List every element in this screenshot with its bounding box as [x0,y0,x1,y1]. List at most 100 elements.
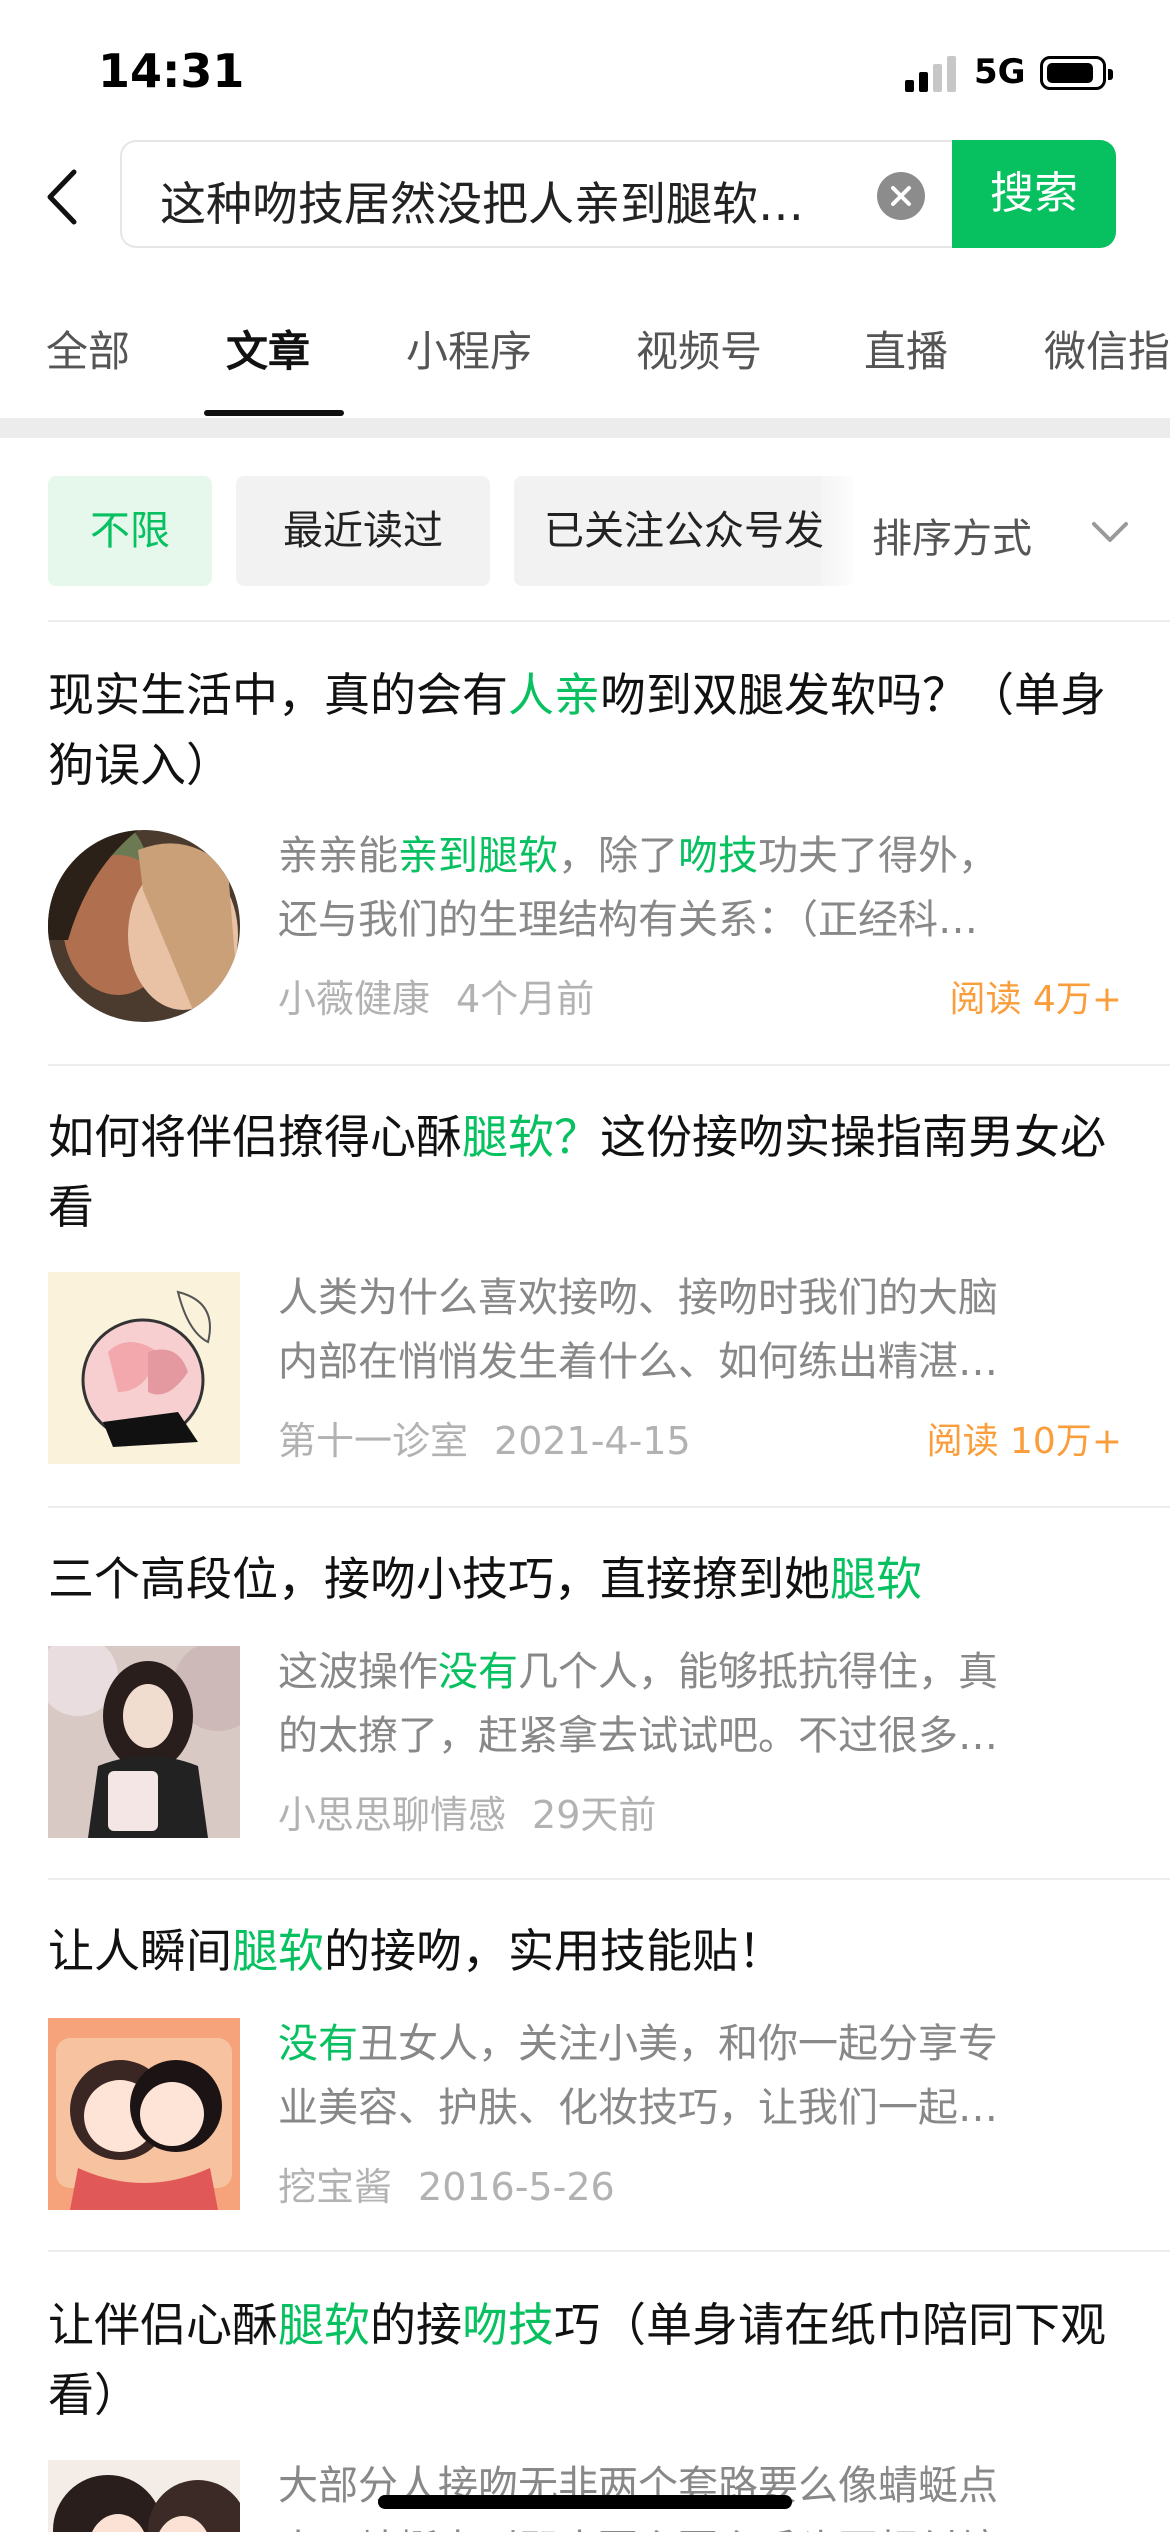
read-count: 阅读 4万+ [949,979,1122,1020]
title-highlight: 人亲 [508,668,600,722]
article-snippet: 这波操作没有几个人，能够抵抗得住，真 的太撩了，赶紧拿去试试吧。不过很多… [278,1640,1118,1768]
tab-articles[interactable]: 文章 [226,318,310,379]
title-text: 三个高段位，接吻小技巧，直接撩到她 [48,1552,830,1606]
filter-bar: 不限 最近读过 已关注公众号发 排序方式 [0,476,1170,586]
snippet-text: 内部在悄悄发生着什么、如何练出精湛… [278,1339,998,1385]
title-text: 现实生活中，真的会有 [48,668,508,722]
article-snippet: 没有丑女人，关注小美，和你一起分享专 业美容、护肤、化妆技巧，让我们一起… [278,2012,1118,2140]
article-meta: 小薇健康 4个月前 [278,968,594,1023]
article-time: 29天前 [532,1793,657,1837]
snippet-text: 还与我们的生理结构有关系：（正经科… [278,897,978,943]
section-separator [0,418,1170,438]
snippet-text: 几个人，能够抵抗得住，真 [518,1649,998,1695]
article-time: 4个月前 [456,977,595,1021]
article-snippet: 亲亲能亲到腿软，除了吻技功夫了得外， 还与我们的生理结构有关系：（正经科… [278,824,1118,952]
article-time: 2021-4-15 [494,1419,691,1463]
article-snippet: 大部分人接吻无非两个套路要么像蜻蜓点 水，蜻蜓点到即止要么要么舌头互相纠缠 [278,2454,1118,2532]
divider [48,620,1170,622]
article-meta: 挖宝酱 2016-5-26 [278,2156,615,2211]
article-meta: 小思思聊情感 29天前 [278,1784,656,1839]
snippet-text: 水，蜻蜓点到即止要么要么舌头互相纠缠 [278,2518,1118,2532]
snippet-highlight: 吻技 [678,833,758,879]
screen: 14:31 5G 这种吻技居然没把人亲到腿软… 搜索 全部 文章 小程序 视频号… [0,0,1170,2532]
divider [48,1878,1170,1880]
filter-chip-any[interactable]: 不限 [48,476,212,586]
title-text: 让伴侣心酥 [48,2298,278,2352]
snippet-highlight: 没有 [438,1649,518,1695]
title-text: 让人瞬间 [48,1924,232,1978]
article-title: 现实生活中，真的会有人亲吻到双腿发软吗？（单身狗误入） [48,660,1122,800]
search-input[interactable]: 这种吻技居然没把人亲到腿软… [120,140,952,248]
article-thumbnail [48,1272,240,1464]
article-source[interactable]: 小薇健康 [278,977,430,1021]
article-time: 2016-5-26 [418,2165,615,2209]
title-text: 的接吻，实用技能贴！ [324,1924,784,1978]
tab-channels[interactable]: 视频号 [636,318,762,379]
snippet-text: 人类为什么喜欢接吻、接吻时我们的大脑 [278,1275,998,1321]
article-source[interactable]: 小思思聊情感 [278,1793,506,1837]
signal-icon [905,56,959,92]
article-thumbnail [48,830,240,1022]
article-title: 让伴侣心酥腿软的接吻技巧（单身请在纸巾陪同下观看） [48,2290,1122,2430]
divider [48,1506,1170,1508]
article-result[interactable]: 现实生活中，真的会有人亲吻到双腿发软吗？（单身狗误入） 亲亲能亲到腿软，除了吻技… [48,660,1122,1060]
article-result[interactable]: 让人瞬间腿软的接吻，实用技能贴！ 没有丑女人，关注小美，和你一起分享专 业美容、… [48,1916,1122,2246]
search-button[interactable]: 搜索 [952,140,1116,248]
snippet-text: 功夫了得外， [758,833,998,879]
article-thumbnail [48,1646,240,1838]
divider [48,2250,1170,2252]
sort-dropdown[interactable]: 排序方式 [822,476,1170,586]
article-meta: 第十一诊室 2021-4-15 [278,1410,691,1465]
snippet-highlight: 亲到腿软 [398,833,558,879]
snippet-text: 丑女人，关注小美，和你一起分享专 [358,2021,998,2067]
article-result[interactable]: 如何将伴侣撩得心酥腿软？这份接吻实操指南男女必看 人类为什么喜欢接吻、接吻时我们… [48,1102,1122,1502]
article-source[interactable]: 第十一诊室 [278,1419,468,1463]
article-title: 如何将伴侣撩得心酥腿软？这份接吻实操指南男女必看 [48,1102,1122,1242]
divider [48,1064,1170,1066]
snippet-text: ，除了 [558,833,678,879]
article-title: 让人瞬间腿软的接吻，实用技能贴！ [48,1916,1122,1986]
title-highlight: 吻技 [462,2298,554,2352]
comic-couple-icon [48,2460,240,2532]
couple-kiss-photo-icon [48,830,240,1022]
snippet-text: 这波操作 [278,1649,438,1695]
clear-icon[interactable] [877,172,925,220]
article-snippet: 人类为什么喜欢接吻、接吻时我们的大脑 内部在悄悄发生着什么、如何练出精湛… [278,1266,1118,1394]
back-button[interactable] [40,162,90,232]
tab-mini-programs[interactable]: 小程序 [406,318,532,379]
title-highlight: 腿软 [232,1924,324,1978]
category-tabs: 全部 文章 小程序 视频号 直播 微信指 [0,300,1170,420]
snippet-text: 业美容、护肤、化妆技巧，让我们一起… [278,2085,998,2131]
status-time: 14:31 [98,44,245,98]
kiss-illustration-icon [48,1272,240,1464]
tab-wechat-index[interactable]: 微信指 [1044,318,1170,379]
article-thumbnail [48,2460,240,2532]
chevron-left-icon [47,169,77,225]
read-count: 阅读 10万+ [926,1421,1122,1462]
tab-all[interactable]: 全部 [46,318,130,379]
home-indicator[interactable] [378,2495,792,2509]
chevron-down-icon [1092,522,1128,542]
snippet-highlight: 没有 [278,2021,358,2067]
article-thumbnail [48,2018,240,2210]
article-result[interactable]: 三个高段位，接吻小技巧，直接撩到她腿软 这波操作没有几个人，能够抵抗得住，真 的… [48,1544,1122,1874]
title-highlight: 腿软 [278,2298,370,2352]
title-highlight: 腿软？ [462,1110,600,1164]
search-query: 这种吻技居然没把人亲到腿软… [160,177,804,231]
active-tab-indicator [204,410,344,416]
battery-icon [1040,56,1113,90]
article-source[interactable]: 挖宝酱 [278,2165,392,2209]
article-title: 三个高段位，接吻小技巧，直接撩到她腿软 [48,1544,1122,1614]
snippet-text: 的太撩了，赶紧拿去试试吧。不过很多… [278,1713,998,1759]
filter-chip-followed-accounts[interactable]: 已关注公众号发 [514,476,854,586]
status-bar: 14:31 5G [0,0,1170,140]
cartoon-couple-icon [48,2018,240,2210]
title-text: 的接 [370,2298,462,2352]
sort-label: 排序方式 [872,516,1032,562]
title-highlight: 腿软 [830,1552,922,1606]
tab-live[interactable]: 直播 [864,318,948,379]
title-text: 如何将伴侣撩得心酥 [48,1110,462,1164]
filter-chip-recently-read[interactable]: 最近读过 [236,476,490,586]
network-type: 5G [974,52,1026,92]
girl-photo-icon [48,1646,240,1838]
